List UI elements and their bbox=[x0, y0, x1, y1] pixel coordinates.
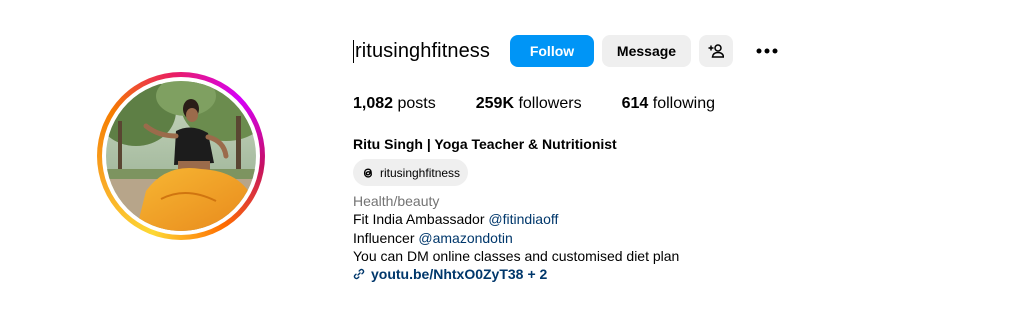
followers-stat[interactable]: 259K followers bbox=[476, 95, 582, 113]
profile-stats: 1,082 posts 259K followers 614 following bbox=[353, 95, 755, 113]
profile-page: ritusinghfitness Follow Message 1,082 po… bbox=[0, 0, 1024, 309]
bio-line-ambassador: Fit India Ambassador @fitindiaoff bbox=[353, 211, 558, 227]
avatar[interactable] bbox=[106, 81, 256, 231]
followers-count: 259K bbox=[475, 95, 514, 112]
bio-text: Influencer bbox=[353, 230, 419, 246]
avatar-ring-gap bbox=[102, 77, 260, 235]
add-person-icon bbox=[708, 44, 724, 58]
external-link-row: youtu.be/NhtxO0ZyT38 + 2 bbox=[353, 266, 547, 282]
more-options-icon bbox=[756, 48, 778, 54]
mention-link-fitindiaoff[interactable]: @fitindiaoff bbox=[488, 211, 558, 227]
link-icon bbox=[353, 268, 365, 280]
posts-count: 1,082 bbox=[353, 95, 394, 112]
full-name: Ritu Singh | Yoga Teacher & Nutritionist bbox=[353, 136, 617, 152]
suggested-accounts-button[interactable] bbox=[699, 35, 733, 67]
following-count: 614 bbox=[621, 95, 649, 112]
posts-stat: 1,082 posts bbox=[353, 95, 436, 113]
threads-badge[interactable]: ritusinghfitness bbox=[353, 159, 469, 186]
threads-handle: ritusinghfitness bbox=[380, 165, 461, 180]
external-link[interactable]: youtu.be/NhtxO0ZyT38 bbox=[371, 266, 523, 282]
more-options-button[interactable] bbox=[751, 35, 783, 67]
username: ritusinghfitness bbox=[353, 39, 490, 63]
bio-text: Fit India Ambassador bbox=[353, 211, 489, 227]
followers-label: followers bbox=[518, 95, 582, 112]
avatar-story-ring[interactable] bbox=[97, 72, 265, 240]
bio-line-dm: You can DM online classes and customised… bbox=[353, 248, 680, 264]
follow-button[interactable]: Follow bbox=[510, 35, 594, 67]
following-label: following bbox=[652, 95, 716, 112]
profile-header-row: ritusinghfitness Follow Message bbox=[353, 35, 783, 67]
bio-line-influencer: Influencer @amazondotin bbox=[353, 230, 513, 246]
mention-link-amazondotin[interactable]: @amazondotin bbox=[418, 230, 512, 246]
message-button[interactable]: Message bbox=[602, 35, 691, 67]
more-links-button[interactable]: + 2 bbox=[527, 266, 547, 282]
threads-icon bbox=[363, 167, 373, 178]
posts-label: posts bbox=[397, 95, 436, 112]
following-stat[interactable]: 614 following bbox=[622, 95, 715, 113]
profile-category: Health/beauty bbox=[353, 193, 440, 209]
